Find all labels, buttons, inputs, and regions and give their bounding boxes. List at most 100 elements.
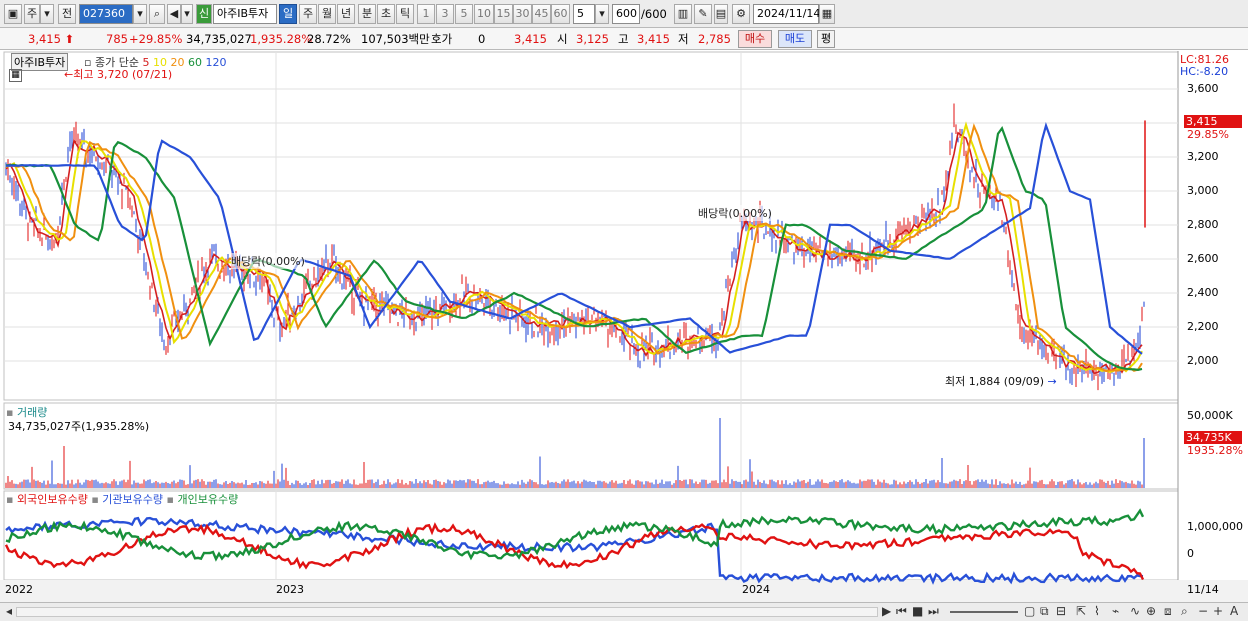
high-note-text: 최고 3,720 (07/21)	[73, 68, 173, 81]
high-price: 3,415	[637, 32, 670, 46]
chart-canvas[interactable]	[0, 51, 1248, 602]
hoga-price: 3,415	[514, 32, 547, 46]
calendar-icon[interactable]: ▦	[819, 4, 835, 24]
zoom-in-icon[interactable]: +	[1213, 604, 1223, 618]
tool-icon-6[interactable]: ⌁	[1112, 604, 1119, 618]
interval-10[interactable]: 10	[474, 4, 494, 24]
zoom-out-icon[interactable]: −	[1198, 604, 1208, 618]
volume-axis-tick: 50,000K	[1187, 409, 1233, 422]
period-day[interactable]: 일	[279, 4, 297, 24]
legend-individual: 개인보유수량	[177, 493, 239, 506]
interval-30[interactable]: 30	[513, 4, 532, 24]
price-tick-label: 3,600	[1187, 82, 1219, 95]
price-tick-label: 2,200	[1187, 320, 1219, 333]
panel-box-icon: ▪	[91, 493, 99, 506]
horizontal-scrollbar[interactable]	[16, 607, 878, 617]
high-note: ←최고 3,720 (07/21)	[64, 68, 173, 81]
price-change-pct: +29.85%	[129, 32, 183, 46]
dividend-note-2023: 배당락(0.00%)	[231, 253, 305, 269]
hc-value: HC:-8.20	[1180, 65, 1229, 78]
trade-amount: 107,503백만	[361, 32, 430, 46]
next-arrow-icon[interactable]: ▾	[181, 4, 193, 24]
price-tick-label: 2,000	[1187, 354, 1219, 367]
market-all-label: 전	[61, 7, 73, 20]
search-icon[interactable]: ⌕	[149, 4, 165, 24]
chart-area[interactable]: 아주IB투자 ▫ 종가 단순 5 10 20 60 120 ▦ ←최고 3,72…	[0, 51, 1248, 602]
fast-forward-icon[interactable]: ⏭	[928, 604, 939, 619]
tool-icon-4[interactable]: ⇱	[1076, 604, 1086, 618]
interval-45[interactable]: 45	[532, 4, 551, 24]
low-label: 저	[678, 32, 689, 46]
tool-icon-2[interactable]: ⧉	[1040, 604, 1049, 619]
dividend-note-2024: 배당락(0.00%)	[698, 205, 772, 221]
market-label: 주	[26, 7, 38, 20]
open-price: 3,125	[576, 32, 609, 46]
panel-box-icon: ▪	[166, 493, 174, 506]
avg-button[interactable]: 평	[817, 30, 835, 48]
scroll-left-icon[interactable]: ◂	[6, 604, 12, 618]
prev-arrow-icon[interactable]: ◀	[167, 4, 181, 24]
save-icon[interactable]: ▤	[714, 4, 728, 24]
stock-name-field: 아주IB투자	[213, 4, 277, 24]
volume-tag: 34,735K	[1184, 431, 1242, 444]
tool-icon-7[interactable]: ∿	[1130, 604, 1140, 618]
gear-icon[interactable]: ⚙	[732, 4, 750, 24]
code-dropdown-icon[interactable]: ▾	[133, 4, 147, 24]
interval-5[interactable]: 5	[455, 4, 473, 24]
tool-icon-3[interactable]: ⊟	[1056, 604, 1066, 618]
interval-1[interactable]: 1	[417, 4, 435, 24]
price-tick-label: 2,600	[1187, 252, 1219, 265]
zoom-search-icon[interactable]: ⌕	[1181, 604, 1188, 619]
high-label: 고	[618, 32, 629, 46]
font-size-icon[interactable]: A	[1230, 604, 1238, 618]
table-icon[interactable]: ▦	[9, 69, 22, 82]
tool-icon-9[interactable]: ⧈	[1164, 604, 1172, 619]
interval-3[interactable]: 3	[436, 4, 454, 24]
interval-15[interactable]: 15	[494, 4, 513, 24]
count-input[interactable]: 600	[612, 4, 640, 24]
holding-axis-tick-1m: 1,000,000	[1187, 520, 1243, 533]
draw-tool-icon[interactable]: ✎	[694, 4, 712, 24]
candle-type-icon[interactable]: ▥	[674, 4, 692, 24]
period-minute[interactable]: 분	[358, 4, 376, 24]
credit-badge: 신	[196, 4, 212, 24]
interval-60[interactable]: 60	[551, 4, 570, 24]
tool-icon-5[interactable]: ⌇	[1094, 604, 1100, 618]
turnover: 28.72%	[307, 32, 351, 46]
period-tick[interactable]: 틱	[396, 4, 414, 24]
volume-panel-frame	[3, 402, 1179, 490]
current-price-tag: 3,415	[1184, 115, 1242, 128]
up-arrow-icon: ⬆	[64, 32, 75, 46]
hoga-label: 호가	[431, 32, 453, 46]
volume-value: 34,735,027	[186, 32, 252, 46]
chevron-down-icon[interactable]: ▾	[40, 4, 54, 24]
tool-icon-1[interactable]: ▢	[1024, 604, 1035, 618]
tool-icon-8[interactable]: ⊕	[1146, 604, 1156, 618]
low-note: 최저 1,884 (09/09) →	[945, 375, 1057, 388]
x-label-2024: 2024	[742, 583, 770, 596]
period-second[interactable]: 초	[377, 4, 395, 24]
period-year[interactable]: 년	[337, 4, 355, 24]
period-month[interactable]: 월	[318, 4, 336, 24]
layout-icon[interactable]: ▣	[4, 4, 22, 24]
bottom-navigation: ◂ ▶ ⏮ ■ ⏭ ▢ ⧉ ⊟ ⇱ ⌇ ⌁ ∿ ⊕ ⧈ ⌕ − + A	[0, 602, 1248, 621]
market-select[interactable]: 주	[24, 4, 40, 24]
interval-input[interactable]: 5	[573, 4, 595, 24]
market-all-button[interactable]: 전	[58, 4, 76, 24]
price-value: 3,415	[28, 32, 61, 46]
rewind-icon[interactable]: ⏮	[896, 604, 907, 619]
x-label-2022: 2022	[5, 583, 33, 596]
price-tick-label: 3,200	[1187, 150, 1219, 163]
buy-button[interactable]: 매수	[738, 30, 772, 48]
sell-button[interactable]: 매도	[778, 30, 812, 48]
stop-icon[interactable]: ■	[912, 604, 923, 618]
play-icon[interactable]: ▶	[882, 604, 891, 618]
price-tick-label: 3,000	[1187, 184, 1219, 197]
date-input[interactable]: 2024/11/14	[753, 4, 820, 24]
volume-tag-pct: 1935.28%	[1187, 444, 1243, 457]
zoom-slider[interactable]	[950, 611, 1018, 613]
interval-dropdown-icon[interactable]: ▾	[595, 4, 609, 24]
period-week[interactable]: 주	[299, 4, 317, 24]
low-note-text: 최저 1,884 (09/09)	[945, 375, 1045, 388]
code-input[interactable]: 027360	[79, 4, 133, 24]
